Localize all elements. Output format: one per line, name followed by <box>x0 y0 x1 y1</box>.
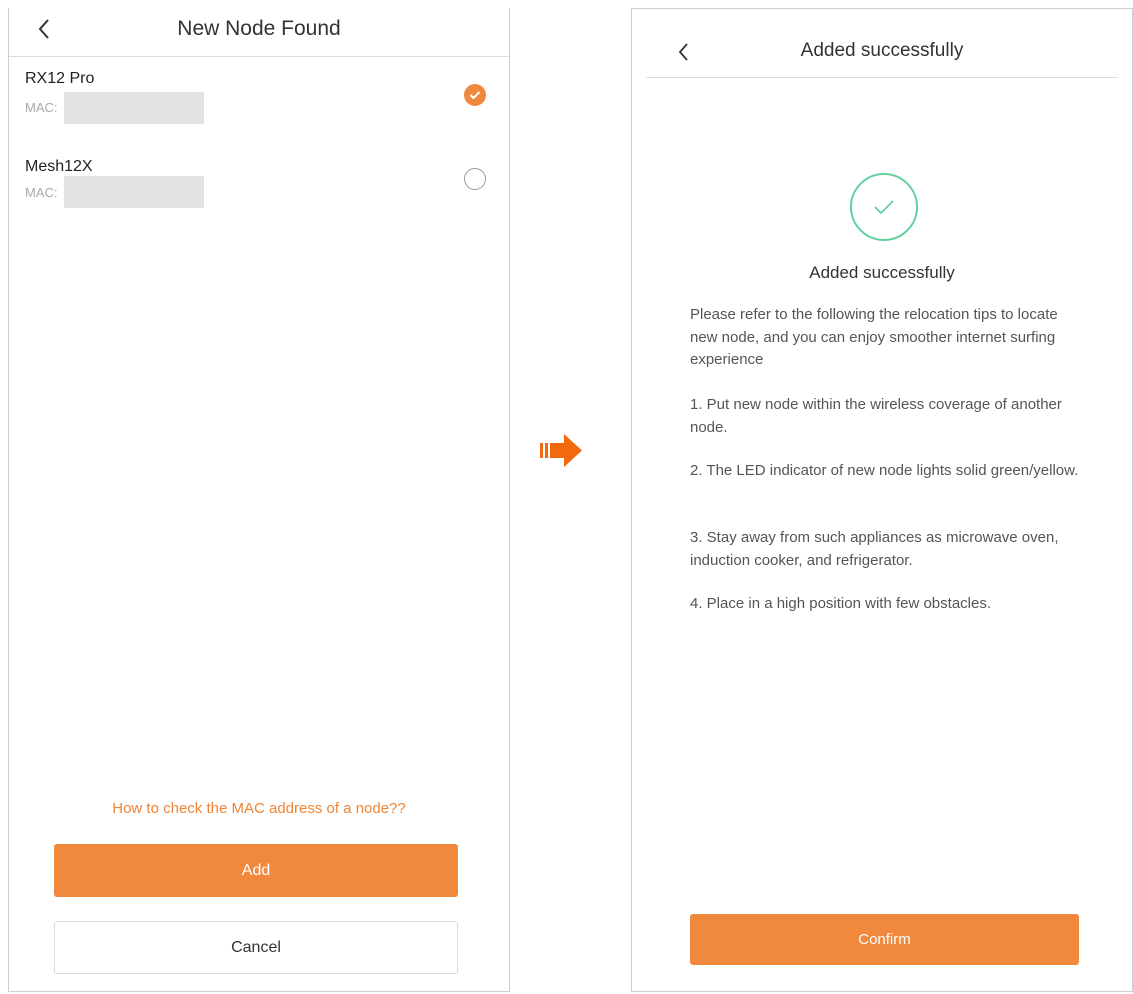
relocation-tip: 3. Stay away from such appliances as mic… <box>690 529 1059 569</box>
node-name: RX12 Pro <box>25 70 95 87</box>
page-title: Added successfully <box>800 40 964 61</box>
checkmark-icon <box>874 200 894 215</box>
confirm-button[interactable]: Confirm <box>690 914 1079 965</box>
added-successfully-screen: Added successfully Added successfully Pl… <box>631 8 1133 992</box>
relocation-intro: Please refer to the following the reloca… <box>690 306 1058 368</box>
node-mac-label: MAC: <box>25 100 58 115</box>
node-select-radio[interactable] <box>464 84 486 106</box>
right-header: Added successfully <box>646 9 1118 78</box>
relocation-tip: 4. Place in a high position with few obs… <box>690 595 992 612</box>
success-heading: Added successfully <box>809 263 955 282</box>
checkmark-icon <box>469 91 481 100</box>
new-node-found-screen: New Node Found RX12 Pro MAC: Mesh12X MAC… <box>8 8 510 992</box>
node-item-rx12-pro[interactable]: RX12 Pro MAC: <box>9 70 509 150</box>
left-header: New Node Found <box>9 8 509 57</box>
node-select-radio[interactable] <box>464 168 486 190</box>
mac-address-redacted <box>64 176 204 208</box>
node-mac-label: MAC: <box>25 185 58 200</box>
relocation-tip: 1. Put new node within the wireless cove… <box>690 396 1062 436</box>
mac-help-link[interactable]: How to check the MAC address of a node?? <box>9 800 509 817</box>
mac-address-redacted <box>64 92 204 124</box>
relocation-tip: 2. The LED indicator of new node lights … <box>690 462 1079 479</box>
success-check-icon <box>850 173 918 241</box>
add-button[interactable]: Add <box>54 844 458 897</box>
right-arrow-icon <box>540 434 582 467</box>
node-item-mesh12x[interactable]: Mesh12X MAC: <box>9 158 509 238</box>
cancel-button[interactable]: Cancel <box>54 921 458 974</box>
page-title: New Node Found <box>177 17 341 40</box>
node-name: Mesh12X <box>25 158 93 175</box>
